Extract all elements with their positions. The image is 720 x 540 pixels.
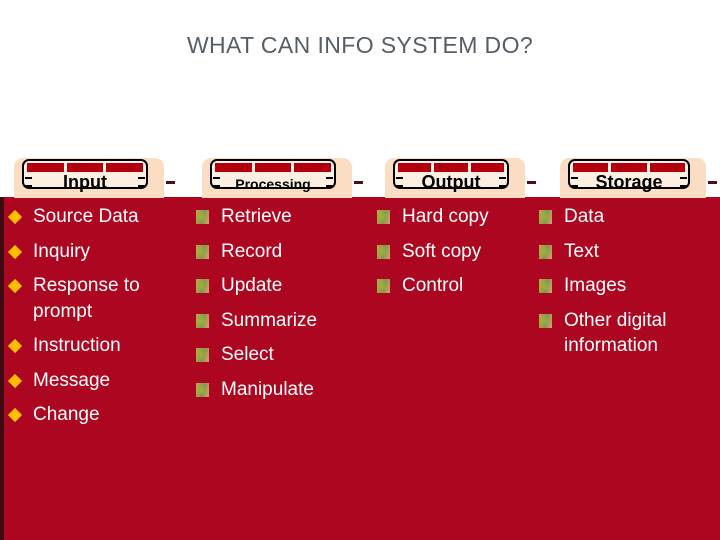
list-item: Images [537,273,715,299]
column-processing: Retrieve Record Update Summarize Select … [194,204,369,411]
list-item: Instruction [6,333,181,359]
list-item: Update [194,273,369,299]
list-item: Summarize [194,308,369,334]
page-title: WHAT CAN INFO SYSTEM DO? [186,32,534,58]
tab-connector-dash [354,181,363,184]
tab-box: Output [393,159,509,192]
column-input: Source Data Inquiry Response to prompt I… [6,204,181,437]
list-item: Other digital information [537,308,715,359]
list-item: Hard copy [375,204,535,230]
tab-label: Processing [235,176,311,192]
list-item: Source Data [6,204,181,230]
tab-output[interactable]: Output [385,150,536,198]
list-item: Soft copy [375,239,535,265]
tab-strip [398,163,504,172]
list-item: Data [537,204,715,230]
tab-box: Processing [210,159,336,192]
tab-label: Storage [595,172,663,192]
tab-storage[interactable]: Storage [560,150,717,198]
list-item: Response to prompt [6,273,181,324]
tab-connector-dash [527,181,536,184]
tab-box: Input [22,159,148,192]
list-item: Select [194,342,369,368]
list-item: Manipulate [194,377,369,403]
tab-strip [573,163,685,172]
column-output: Hard copy Soft copy Control [375,204,535,308]
tab-processing[interactable]: Processing [202,150,363,198]
list-item: Change [6,402,181,428]
tab-row: Input Processing Output Storage [0,150,720,200]
tab-label: Input [63,172,107,192]
slide: WHAT CAN INFO SYSTEM DO? Input Processin… [0,0,720,540]
tab-strip [215,163,332,172]
tab-strip [27,163,144,172]
column-storage: Data Text Images Other digital informati… [537,204,715,368]
list-item: Retrieve [194,204,369,230]
list-item: Text [537,239,715,265]
tab-connector-dash [166,181,175,184]
list-item: Inquiry [6,239,181,265]
list-item: Record [194,239,369,265]
tab-input[interactable]: Input [14,150,175,198]
list-item: Message [6,368,181,394]
tab-connector-dash [708,181,717,184]
tab-label: Output [421,172,481,192]
list-item: Control [375,273,535,299]
tab-box: Storage [568,159,690,192]
